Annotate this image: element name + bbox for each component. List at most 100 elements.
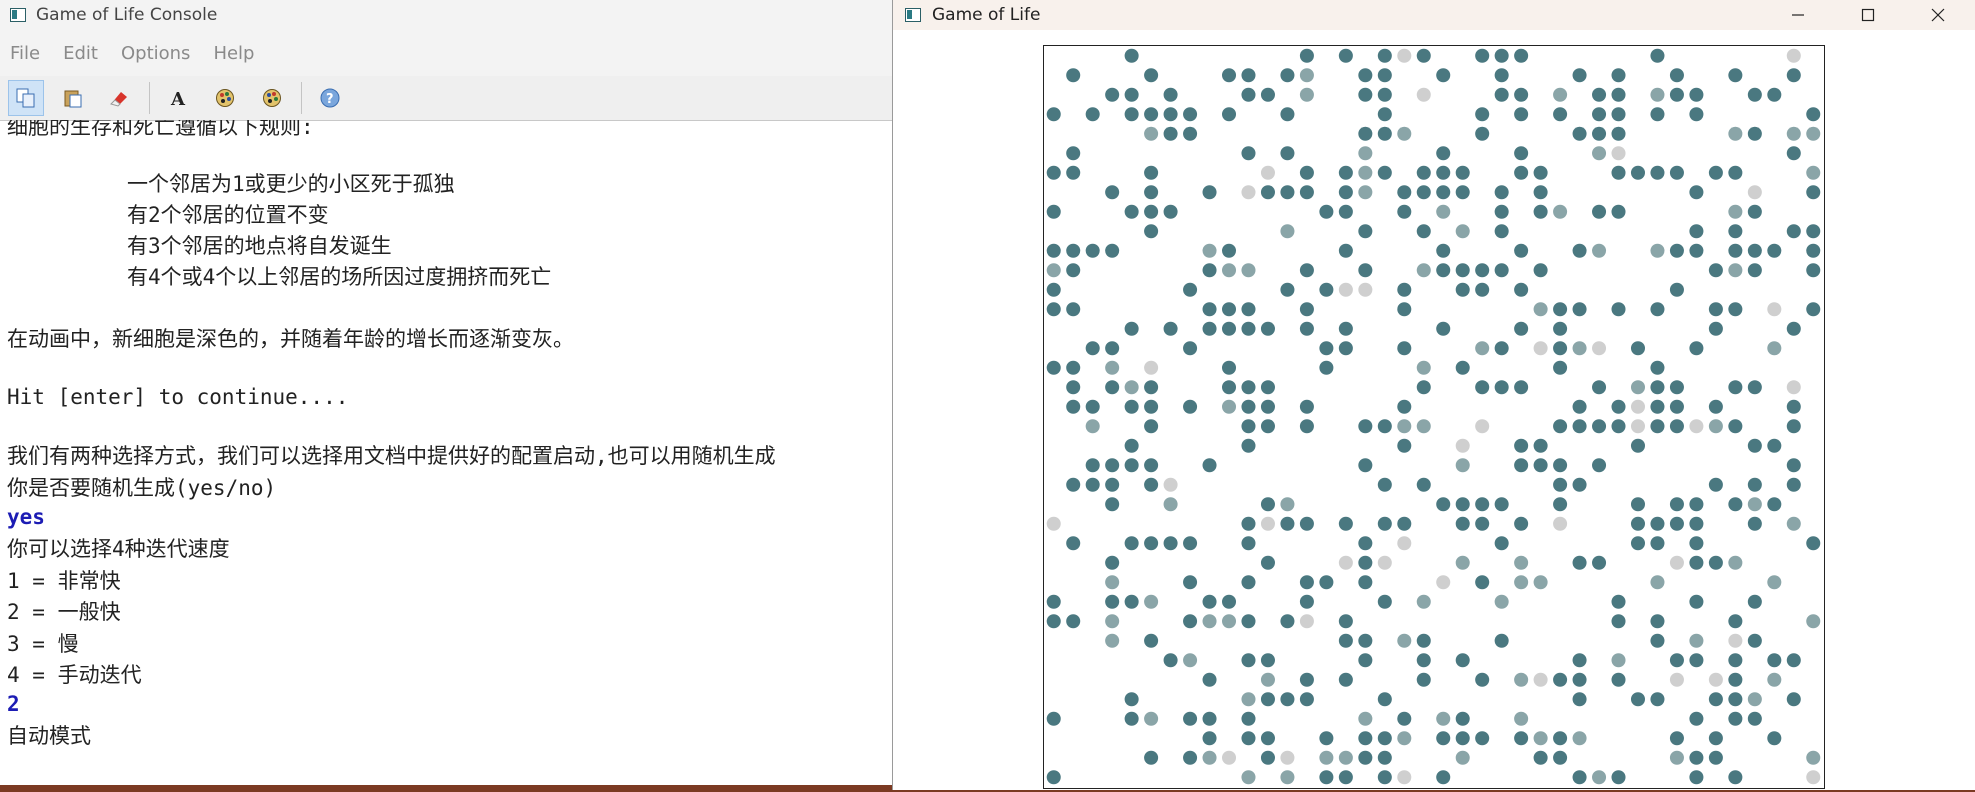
life-cell	[1163, 126, 1178, 141]
life-cell	[1728, 672, 1743, 687]
menu-file[interactable]: File	[10, 43, 40, 64]
life-cell	[1553, 302, 1568, 317]
life-cell	[1650, 614, 1665, 629]
life-cell	[1241, 575, 1256, 590]
life-cell	[1514, 672, 1529, 687]
life-cell	[1066, 477, 1081, 492]
life-cell	[1397, 204, 1412, 219]
life-cell	[1455, 165, 1470, 180]
life-cell	[1124, 204, 1139, 219]
life-cell	[1202, 594, 1217, 609]
life-cell	[1806, 107, 1821, 122]
life-cell	[1553, 477, 1568, 492]
life-cell	[1202, 263, 1217, 278]
copy-icon[interactable]	[8, 80, 44, 116]
life-cell	[1553, 341, 1568, 356]
life-cell	[1592, 419, 1607, 434]
life-cell	[1397, 341, 1412, 356]
life-cell	[1416, 87, 1431, 102]
life-cell	[1144, 477, 1159, 492]
life-cell	[1358, 711, 1373, 726]
console-titlebar[interactable]: Game of Life Console	[0, 0, 893, 30]
life-cell	[1046, 770, 1061, 785]
life-cell	[1046, 594, 1061, 609]
life-cell	[1202, 750, 1217, 765]
life-cell	[1046, 302, 1061, 317]
life-cell	[1299, 68, 1314, 83]
life-cell	[1124, 438, 1139, 453]
life-cell	[1747, 243, 1762, 258]
menu-edit[interactable]: Edit	[63, 43, 98, 64]
life-cell	[1397, 731, 1412, 746]
life-cell	[1475, 282, 1490, 297]
font-icon[interactable]: A	[160, 80, 196, 116]
life-cell	[1338, 185, 1353, 200]
life-cell	[1144, 633, 1159, 648]
paste-icon[interactable]	[55, 80, 91, 116]
life-cell	[1455, 653, 1470, 668]
life-cell	[1377, 516, 1392, 531]
toolbar-separator	[301, 82, 302, 114]
life-cell	[1338, 48, 1353, 63]
console-line: 自动模式	[7, 724, 91, 748]
life-cell	[1358, 731, 1373, 746]
game-title: Game of Life	[932, 5, 1041, 25]
life-cell	[1592, 341, 1607, 356]
life-cell	[1046, 204, 1061, 219]
life-cell	[1436, 68, 1451, 83]
life-cell	[1105, 243, 1120, 258]
life-cell	[1533, 185, 1548, 200]
life-cell	[1455, 458, 1470, 473]
life-cell	[1533, 302, 1548, 317]
life-cell	[1105, 633, 1120, 648]
life-cell	[1358, 185, 1373, 200]
life-cell	[1358, 555, 1373, 570]
maximize-icon[interactable]	[1833, 0, 1903, 30]
life-cell	[1514, 380, 1529, 395]
palette-alt-icon[interactable]	[254, 80, 290, 116]
life-cell	[1183, 536, 1198, 551]
life-cell	[1747, 516, 1762, 531]
life-cell	[1689, 224, 1704, 239]
console-output[interactable]: 细胞的生存和死亡遵循以下规则: 一个邻居为1或更少的小区死于孤独 有2个邻居的位…	[0, 120, 893, 785]
life-cell	[1241, 399, 1256, 414]
life-cell	[1494, 536, 1509, 551]
minimize-icon[interactable]	[1763, 0, 1833, 30]
life-cell	[1747, 497, 1762, 512]
life-cell	[1475, 731, 1490, 746]
life-cell	[1124, 321, 1139, 336]
life-cell	[1416, 380, 1431, 395]
life-cell	[1124, 594, 1139, 609]
close-icon[interactable]	[1903, 0, 1973, 30]
life-cell	[1358, 458, 1373, 473]
life-cell	[1163, 477, 1178, 492]
life-cell	[1163, 497, 1178, 512]
life-cell	[1085, 341, 1100, 356]
life-cell	[1494, 497, 1509, 512]
life-cell	[1786, 516, 1801, 531]
life-cell	[1377, 87, 1392, 102]
life-cell	[1046, 165, 1061, 180]
game-titlebar[interactable]: Game of Life	[893, 0, 1975, 30]
life-cell	[1533, 204, 1548, 219]
life-cell	[1124, 536, 1139, 551]
life-cell	[1728, 380, 1743, 395]
life-cell	[1533, 672, 1548, 687]
help-icon[interactable]: ?	[312, 80, 348, 116]
menu-help[interactable]: Help	[213, 43, 254, 64]
life-cell	[1416, 224, 1431, 239]
life-cell	[1377, 107, 1392, 122]
life-cell	[1377, 692, 1392, 707]
life-cell	[1494, 68, 1509, 83]
menu-options[interactable]: Options	[121, 43, 190, 64]
life-cell	[1806, 614, 1821, 629]
palette-icon[interactable]	[207, 80, 243, 116]
clear-icon[interactable]	[102, 80, 138, 116]
life-cell	[1806, 185, 1821, 200]
life-cell	[1202, 672, 1217, 687]
life-cell	[1280, 224, 1295, 239]
life-cell	[1747, 594, 1762, 609]
life-cell	[1455, 750, 1470, 765]
life-cell	[1650, 399, 1665, 414]
game-board[interactable]	[1043, 45, 1825, 789]
